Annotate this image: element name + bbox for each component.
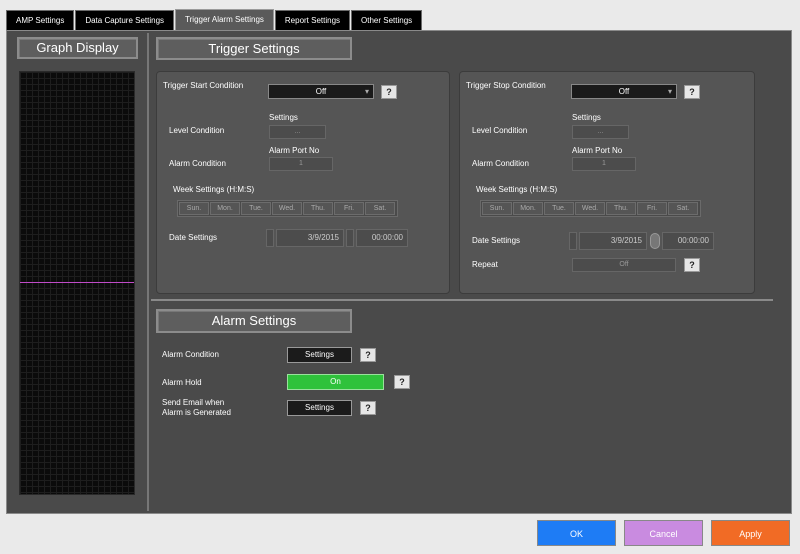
chevron-down-icon: ▾: [364, 87, 369, 96]
apply-button[interactable]: Apply: [711, 520, 790, 546]
section-divider: [151, 299, 773, 301]
stop-day-thu[interactable]: Thu.: [606, 202, 636, 215]
start-alarm-port-label: Alarm Port No: [269, 146, 320, 155]
stop-time-toggle-icon[interactable]: [650, 233, 660, 249]
start-alarm-port-value: 1: [299, 160, 303, 167]
graph-display-area: [19, 71, 135, 495]
start-time-field[interactable]: 00:00:00: [356, 229, 408, 247]
chevron-down-icon: ▾: [667, 87, 672, 96]
alarm-condition-help-button[interactable]: ?: [360, 348, 376, 362]
ok-button[interactable]: OK: [537, 520, 616, 546]
stop-day-fri[interactable]: Fri.: [637, 202, 667, 215]
tab-trigger-alarm-settings[interactable]: Trigger Alarm Settings: [175, 9, 274, 31]
trigger-start-condition-value: Off: [315, 87, 327, 96]
tab-data-capture-settings[interactable]: Data Capture Settings: [75, 10, 175, 30]
stop-time-field[interactable]: 00:00:00: [662, 232, 714, 250]
start-alarm-condition-label: Alarm Condition: [169, 159, 226, 168]
vertical-divider: [147, 33, 149, 511]
trigger-start-condition-label: Trigger Start Condition: [163, 81, 244, 90]
start-date-spinner[interactable]: [266, 229, 274, 247]
alarm-settings-title: Alarm Settings: [156, 309, 352, 333]
cancel-button[interactable]: Cancel: [624, 520, 703, 546]
trigger-settings-title: Trigger Settings: [156, 37, 352, 60]
start-level-settings-button[interactable]: ...: [269, 125, 326, 139]
stop-week-days: Sun. Mon. Tue. Wed. Thu. Fri. Sat.: [480, 200, 701, 217]
trigger-stop-condition-value: Off: [618, 87, 630, 96]
stop-date-spinner[interactable]: [569, 232, 577, 250]
trigger-stop-help-button[interactable]: ?: [684, 85, 700, 99]
start-day-tue[interactable]: Tue.: [241, 202, 271, 215]
stop-level-condition-label: Level Condition: [472, 126, 528, 135]
stop-day-wed[interactable]: Wed.: [575, 202, 605, 215]
stop-day-sat[interactable]: Sat.: [668, 202, 698, 215]
stop-date-settings-label: Date Settings: [472, 236, 521, 245]
dialog-buttons: OK Cancel Apply: [537, 520, 790, 546]
start-week-settings-label: Week Settings (H:M:S): [173, 185, 255, 194]
stop-repeat-value: Off: [619, 261, 629, 268]
stop-level-settings-button[interactable]: ...: [572, 125, 629, 139]
stop-repeat-dropdown[interactable]: Off: [572, 258, 676, 272]
alarm-hold-label: Alarm Hold: [162, 378, 202, 387]
trigger-stop-box: Trigger Stop Condition Off ▾ ? Settings …: [459, 71, 755, 294]
start-day-sun[interactable]: Sun.: [179, 202, 209, 215]
stop-alarm-port-label: Alarm Port No: [572, 146, 623, 155]
stop-day-tue[interactable]: Tue.: [544, 202, 574, 215]
stop-alarm-port-value: 1: [602, 160, 606, 167]
stop-week-settings-label: Week Settings (H:M:S): [476, 185, 558, 194]
start-alarm-port-dropdown[interactable]: 1: [269, 157, 333, 171]
alarm-hold-toggle[interactable]: On: [287, 374, 384, 390]
start-day-mon[interactable]: Mon.: [210, 202, 240, 215]
start-week-days: Sun. Mon. Tue. Wed. Thu. Fri. Sat.: [177, 200, 398, 217]
tab-other-settings[interactable]: Other Settings: [351, 10, 423, 30]
alarm-condition-settings-button[interactable]: Settings: [287, 347, 352, 363]
alarm-hold-help-button[interactable]: ?: [394, 375, 410, 389]
trigger-start-help-button[interactable]: ?: [381, 85, 397, 99]
stop-date-field[interactable]: 3/9/2015: [579, 232, 647, 250]
start-day-fri[interactable]: Fri.: [334, 202, 364, 215]
tab-report-settings[interactable]: Report Settings: [274, 10, 351, 30]
stop-repeat-label: Repeat: [472, 260, 498, 269]
start-day-sat[interactable]: Sat.: [365, 202, 395, 215]
send-email-label-line1: Send Email when: [162, 398, 225, 407]
alarm-condition-label: Alarm Condition: [162, 350, 219, 359]
send-email-help-button[interactable]: ?: [360, 401, 376, 415]
tab-amp-settings[interactable]: AMP Settings: [6, 10, 75, 30]
trigger-start-box: Trigger Start Condition Off ▾ ? Settings…: [156, 71, 450, 294]
start-time-spinner[interactable]: [346, 229, 354, 247]
send-email-settings-button[interactable]: Settings: [287, 400, 352, 416]
trigger-stop-condition-dropdown[interactable]: Off ▾: [571, 84, 677, 99]
trigger-start-condition-dropdown[interactable]: Off ▾: [268, 84, 374, 99]
start-settings-label: Settings: [269, 113, 298, 122]
trigger-stop-condition-label: Trigger Stop Condition: [466, 81, 546, 90]
stop-alarm-condition-label: Alarm Condition: [472, 159, 529, 168]
tab-bar: AMP Settings Data Capture Settings Trigg…: [6, 9, 423, 31]
start-level-condition-label: Level Condition: [169, 126, 225, 135]
stop-day-mon[interactable]: Mon.: [513, 202, 543, 215]
start-day-wed[interactable]: Wed.: [272, 202, 302, 215]
stop-repeat-help-button[interactable]: ?: [684, 258, 700, 272]
start-date-settings-label: Date Settings: [169, 233, 218, 242]
settings-frame: Graph Display Trigger Settings Trigger S…: [6, 30, 792, 514]
send-email-label-line2: Alarm is Generated: [162, 408, 231, 417]
start-day-thu[interactable]: Thu.: [303, 202, 333, 215]
stop-alarm-port-dropdown[interactable]: 1: [572, 157, 636, 171]
start-date-field[interactable]: 3/9/2015: [276, 229, 344, 247]
graph-display-title: Graph Display: [17, 37, 138, 59]
stop-day-sun[interactable]: Sun.: [482, 202, 512, 215]
stop-settings-label: Settings: [572, 113, 601, 122]
graph-signal-line: [20, 282, 134, 283]
